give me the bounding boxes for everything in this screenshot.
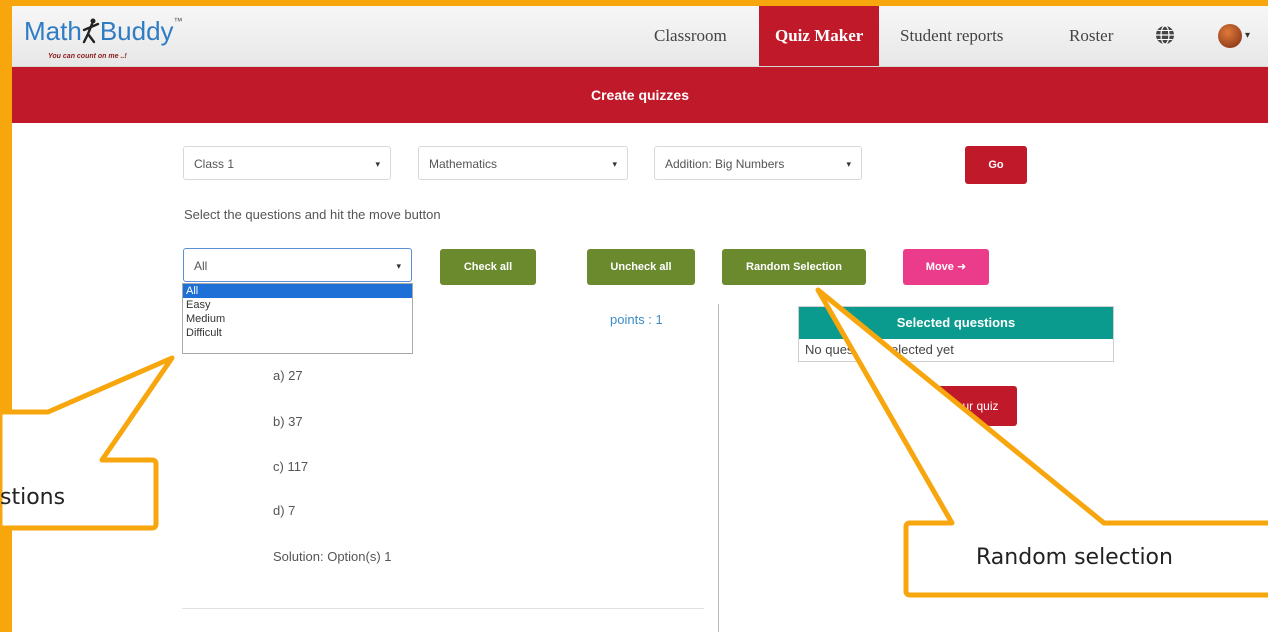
avatar-icon[interactable]	[1218, 24, 1242, 48]
chevron-down-icon: ▾	[612, 159, 617, 169]
chevron-down-icon: ▾	[846, 159, 851, 169]
nav-roster[interactable]: Roster	[1069, 6, 1113, 66]
logo-text-right: Buddy	[99, 16, 174, 46]
logo-figure-icon	[82, 18, 100, 44]
logo-tagline: You can count on me ..!	[48, 53, 127, 60]
go-button[interactable]: Go	[965, 146, 1027, 184]
logo-trademark: ™	[173, 16, 183, 26]
option-d: d) 7	[273, 503, 296, 518]
question-points: points : 1	[610, 312, 663, 327]
callout-right-text: Random selection	[976, 545, 1173, 570]
class-select[interactable]: Class 1 ▾	[183, 146, 391, 180]
app-canvas: Math Buddy™ You can count on me ..! Clas…	[12, 6, 1268, 632]
subject-select-value: Mathematics	[429, 157, 498, 171]
class-select-value: Class 1	[194, 157, 235, 171]
avatar-caret-icon[interactable]: ▾	[1245, 30, 1250, 41]
chevron-down-icon: ▾	[375, 159, 380, 169]
column-divider	[718, 304, 719, 632]
logo-text-left: Math	[24, 16, 82, 46]
option-a: a) 27	[273, 368, 303, 383]
difficulty-option-all[interactable]: All	[183, 284, 412, 298]
selected-questions-panel: Selected questions No questions selected…	[798, 306, 1114, 362]
check-all-button[interactable]: Check all	[440, 249, 536, 285]
create-quiz-button[interactable]: Create your quiz	[892, 386, 1017, 426]
screenshot-frame-left	[0, 0, 12, 632]
difficulty-option-medium[interactable]: Medium	[183, 312, 412, 326]
difficulty-option-easy[interactable]: Easy	[183, 298, 412, 312]
solution-text: Solution: Option(s) 1	[273, 549, 392, 564]
instruction-text: Select the questions and hit the move bu…	[184, 207, 441, 222]
page-title: Create quizzes	[590, 87, 690, 103]
uncheck-all-button[interactable]: Uncheck all	[587, 249, 695, 285]
logo[interactable]: Math Buddy™ You can count on me ..!	[24, 16, 183, 60]
question-divider	[182, 608, 704, 609]
difficulty-dropdown-list: All Easy Medium Difficult	[182, 283, 413, 354]
selected-questions-empty: No questions selected yet	[805, 342, 954, 357]
nav-quiz-maker[interactable]: Quiz Maker	[759, 6, 880, 66]
difficulty-select[interactable]: All ▾	[183, 248, 412, 282]
subject-select[interactable]: Mathematics ▾	[418, 146, 628, 180]
option-c: c) 117	[273, 459, 309, 474]
move-button[interactable]: Move ➜	[903, 249, 989, 285]
nav-student-reports[interactable]: Student reports	[900, 6, 1003, 66]
nav-classroom[interactable]: Classroom	[654, 6, 727, 66]
selected-questions-title: Selected questions	[799, 307, 1113, 339]
globe-icon[interactable]	[1154, 24, 1176, 46]
top-navbar: Math Buddy™ You can count on me ..! Clas…	[12, 6, 1268, 67]
difficulty-select-value: All	[194, 259, 208, 273]
option-b: b) 37	[273, 414, 303, 429]
chevron-down-icon: ▾	[396, 261, 401, 271]
random-selection-button[interactable]: Random Selection	[722, 249, 866, 285]
topic-select[interactable]: Addition: Big Numbers ▾	[654, 146, 862, 180]
difficulty-option-difficult[interactable]: Difficult	[183, 326, 412, 340]
callout-left-text: stions	[0, 485, 66, 510]
page-banner: Create quizzes	[12, 67, 1268, 123]
topic-select-value: Addition: Big Numbers	[665, 157, 785, 171]
